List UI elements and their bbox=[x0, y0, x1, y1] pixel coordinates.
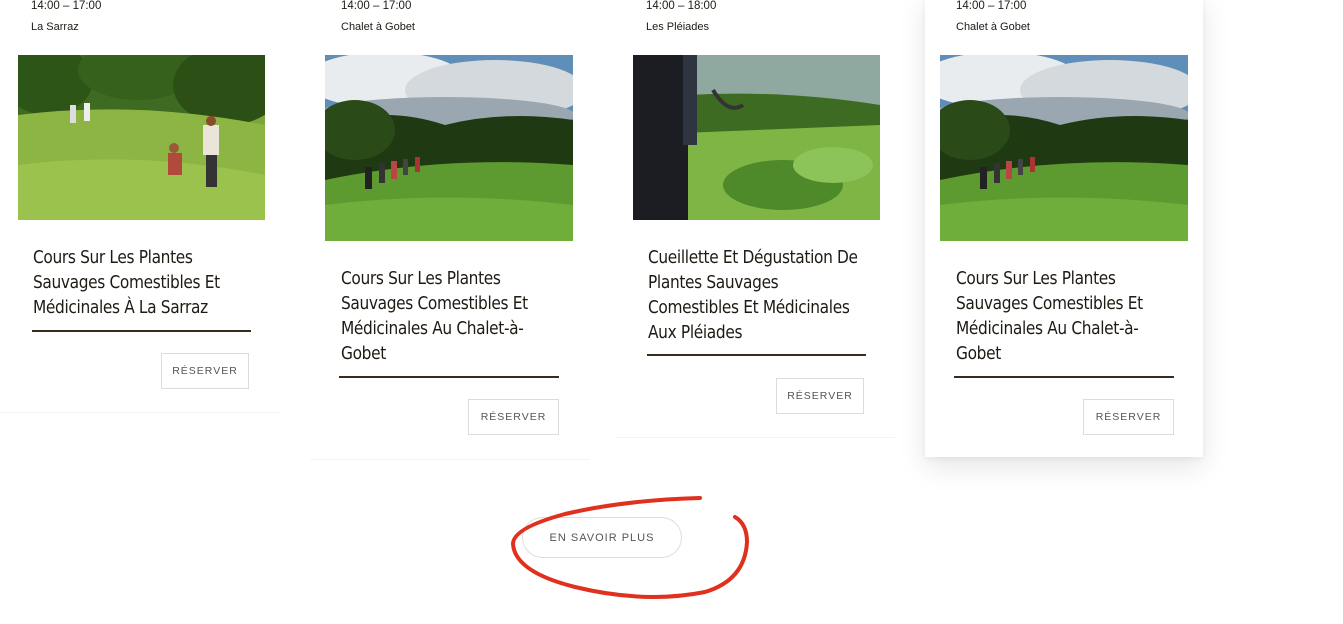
title-divider bbox=[339, 376, 559, 378]
title-divider bbox=[32, 330, 251, 332]
event-location: Chalet à Gobet bbox=[956, 21, 1030, 33]
event-time: 14:00 – 18:00 bbox=[646, 0, 717, 12]
event-card-1: 14:00 – 17:00 La Sarraz Cours Sur Les Pl… bbox=[0, 0, 280, 412]
title-divider bbox=[954, 376, 1174, 378]
event-photo[interactable] bbox=[325, 55, 573, 241]
reserve-button[interactable]: RÉSERVER bbox=[161, 353, 249, 389]
event-time: 14:00 – 17:00 bbox=[31, 0, 102, 12]
event-title[interactable]: Cours Sur Les Plantes Sauvages Comestibl… bbox=[33, 246, 244, 321]
event-photo[interactable] bbox=[18, 55, 265, 220]
reserve-button[interactable]: RÉSERVER bbox=[776, 378, 864, 414]
event-photo[interactable] bbox=[940, 55, 1188, 241]
event-card-3: 14:00 – 18:00 Les Pléiades Cueillette Et… bbox=[615, 0, 895, 437]
event-photo[interactable] bbox=[633, 55, 880, 220]
event-title[interactable]: Cueillette Et Dégustation De Plantes Sau… bbox=[648, 246, 859, 346]
event-time: 14:00 – 17:00 bbox=[956, 0, 1027, 12]
reserve-button[interactable]: RÉSERVER bbox=[1083, 399, 1174, 435]
event-card-4: 14:00 – 17:00 Chalet à Gobet Cours Sur L… bbox=[925, 0, 1203, 457]
event-card-2: 14:00 – 17:00 Chalet à Gobet Cours Sur L… bbox=[310, 0, 590, 459]
event-location: Les Pléiades bbox=[646, 21, 709, 33]
event-time: 14:00 – 17:00 bbox=[341, 0, 412, 12]
event-location: Chalet à Gobet bbox=[341, 21, 415, 33]
reserve-button[interactable]: RÉSERVER bbox=[468, 399, 559, 435]
event-title[interactable]: Cours Sur Les Plantes Sauvages Comestibl… bbox=[956, 267, 1167, 367]
event-location: La Sarraz bbox=[31, 21, 79, 33]
learn-more-button[interactable]: EN SAVOIR PLUS bbox=[522, 517, 682, 558]
event-title[interactable]: Cours Sur Les Plantes Sauvages Comestibl… bbox=[341, 267, 552, 367]
title-divider bbox=[647, 354, 866, 356]
